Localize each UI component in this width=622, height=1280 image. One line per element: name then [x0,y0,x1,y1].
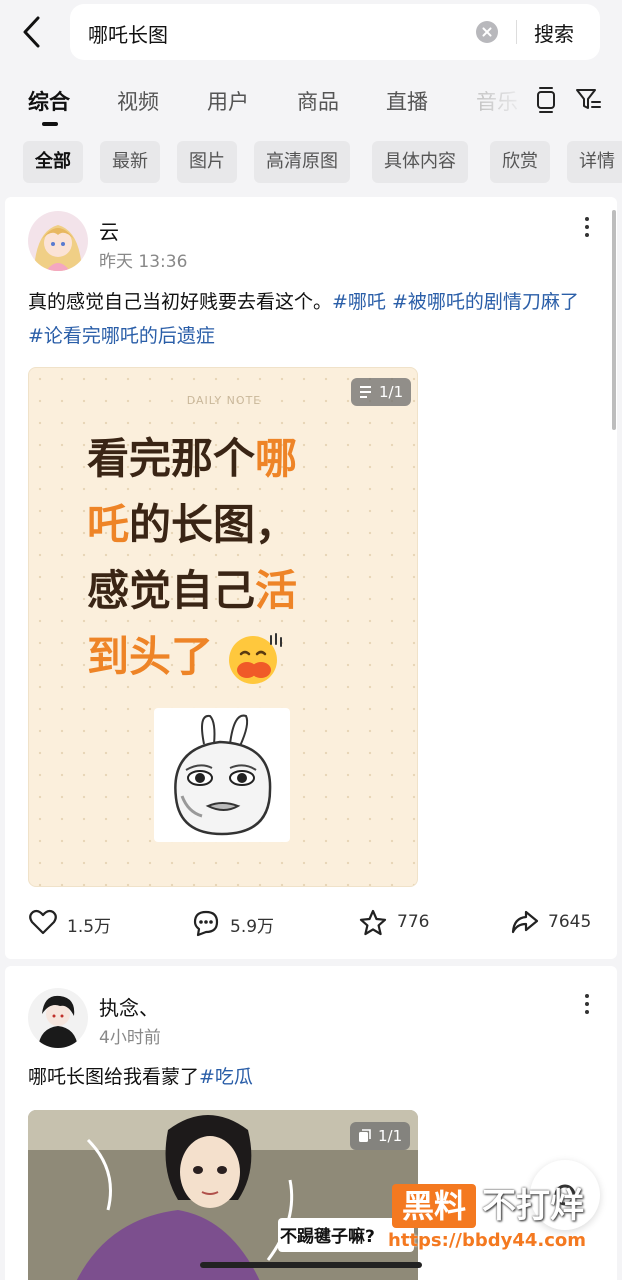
image-headline-line: 看完那个哪 [87,434,298,483]
active-tab-indicator [42,122,58,126]
gallery-icon [359,1129,371,1142]
image-headline-line: 吒的长图， [87,500,298,549]
hashtag[interactable]: #哪吒 [332,291,386,313]
chip-details[interactable]: 详情 [567,141,622,183]
comment-icon [193,910,219,937]
post-username[interactable]: 云 [99,216,119,245]
meme-image [154,708,290,842]
chip-hd-original[interactable]: 高清原图 [254,141,350,183]
image-count-badge: 1/1 [351,378,412,406]
image-count: 1/1 [379,383,404,401]
divider [516,20,517,44]
like-button[interactable]: 1.5万 [29,907,139,939]
tab-video[interactable]: 视频 [117,86,159,116]
filter-chip-row: 全部 最新 图片 高清原图 具体内容 欣赏 详情 [0,140,622,184]
search-input[interactable]: 哪吒长图 搜索 [70,4,600,60]
chip-latest[interactable]: 最新 [100,141,160,183]
post-action-bar: 1.5万 5.9万 776 7645 [5,907,617,943]
more-options-icon[interactable] [585,217,591,241]
comment-button[interactable]: 5.9万 [192,907,302,939]
layout-toggle-icon[interactable] [534,86,558,114]
post-body: 真的感觉自己当初好贱要去看这个。 [28,291,333,313]
share-count: 7645 [548,912,592,932]
list-icon [360,386,371,398]
hashtag[interactable]: #吃瓜 [199,1066,253,1088]
hashtag[interactable]: #论看完哪吒的后遗症 [28,325,215,347]
image-headline-line: 感觉自己活 [87,566,298,615]
image-caption: 不踢毽子嘛? [280,1227,375,1247]
search-button[interactable]: 搜索 [534,18,574,47]
post-body: 哪吒长图给我看蒙了 [28,1066,200,1088]
crying-face-emoji-icon [229,633,282,684]
clear-icon[interactable] [476,21,498,43]
chip-images[interactable]: 图片 [177,141,237,183]
comment-count: 5.9万 [230,917,275,937]
image-headline-line: 到头了 [87,632,214,681]
chip-specific-content[interactable]: 具体内容 [372,141,468,183]
search-query-text: 哪吒长图 [88,23,168,47]
hashtag[interactable]: #被哪吒的剧情刀麻了 [392,291,579,313]
top-bar: 哪吒长图 搜索 [0,0,622,64]
post-username[interactable]: 执念、 [99,992,159,1021]
share-button[interactable]: 7645 [510,907,610,939]
watermark-logo: 黑料 不打烊 https://bbdy44.com [388,1180,604,1260]
favorite-button[interactable]: 776 [359,907,469,939]
post-card[interactable]: 云 昨天 13:36 真的感觉自己当初好贱要去看这个。#哪吒 #被哪吒的剧情刀麻… [5,197,617,959]
scrollbar[interactable] [612,210,616,430]
tab-products[interactable]: 商品 [297,86,339,116]
tab-comprehensive[interactable]: 综合 [28,86,70,116]
watermark-text: 不打烊 [482,1186,584,1226]
tab-users[interactable]: 用户 [207,86,249,116]
chip-appreciate[interactable]: 欣赏 [490,141,550,183]
chip-all[interactable]: 全部 [23,141,83,183]
share-arrow-icon [511,910,539,934]
home-indicator[interactable] [200,1262,422,1268]
like-count: 1.5万 [67,917,112,937]
watermark-url: https://bbdy44.com [388,1230,587,1251]
category-tabs: 综合 视频 用户 商品 直播 音乐 [0,78,622,128]
heart-icon [29,909,57,935]
post-time: 4小时前 [99,1028,161,1048]
post-image[interactable]: DAILY NOTE 1/1 看完那个哪 吒的长图， 感觉自己活 到头了 [28,367,418,887]
post-text: 真的感觉自己当初好贱要去看这个。#哪吒 #被哪吒的剧情刀麻了 #论看完哪吒的后遗… [28,285,598,353]
post-text: 哪吒长图给我看蒙了#吃瓜 [28,1060,598,1094]
watermark-box: 黑料 [392,1184,476,1228]
image-count: 1/1 [378,1127,403,1145]
avatar[interactable] [28,211,88,271]
favorite-count: 776 [397,912,430,932]
star-icon [359,909,387,936]
back-arrow-icon[interactable] [18,14,48,50]
image-count-badge: 1/1 [350,1122,411,1150]
post-image[interactable]: 1/1 不踢毽子嘛? [28,1110,418,1280]
more-options-icon[interactable] [585,994,591,1018]
tabs-fade [470,78,530,128]
avatar[interactable] [28,988,88,1048]
bunny-meme-icon [174,714,272,836]
tab-live[interactable]: 直播 [386,86,428,116]
post-time: 昨天 13:36 [99,252,188,272]
filter-icon[interactable] [574,86,602,114]
